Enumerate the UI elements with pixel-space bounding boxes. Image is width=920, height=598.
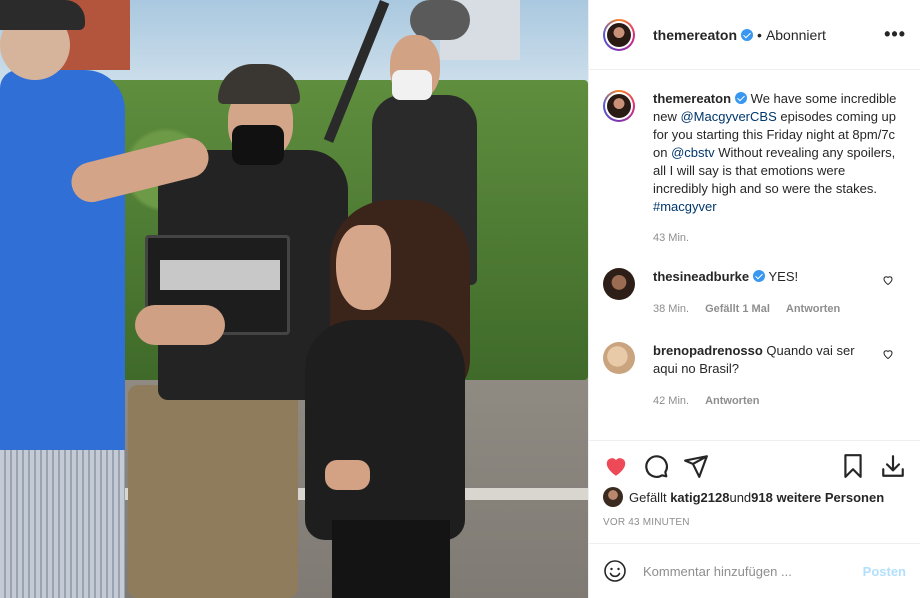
hashtag-link[interactable]: #macgyver xyxy=(653,199,717,214)
comment-input[interactable] xyxy=(643,563,863,579)
avatar-ring xyxy=(605,92,633,120)
photo-crew-legs xyxy=(128,385,298,598)
reply-button[interactable]: Antworten xyxy=(786,300,840,318)
share-icon[interactable] xyxy=(683,453,709,479)
commenter-avatar[interactable] xyxy=(603,342,635,374)
post-actions: Gefällt katig2128 und 918 weitere Person… xyxy=(589,440,920,543)
commenter-username[interactable]: brenopadrenosso xyxy=(653,343,763,358)
photo-microphone xyxy=(410,0,470,40)
more-options-icon[interactable]: ••• xyxy=(884,24,906,45)
photo-face-mask xyxy=(392,70,432,100)
caption-avatar[interactable] xyxy=(603,90,635,122)
post-timestamp[interactable]: VOR 43 MINUTEN xyxy=(603,517,906,528)
caption-text: themereaton We have some incredible new … xyxy=(653,90,898,216)
comment-body: thesineadburke YES! 38 Min. Gefällt 1 Ma… xyxy=(653,268,878,318)
comment-time[interactable]: 42 Min. xyxy=(653,392,689,410)
mention-link[interactable]: @cbstv xyxy=(671,145,715,160)
photo-man-cap xyxy=(0,0,85,30)
post-photo[interactable] xyxy=(0,0,588,598)
photo-man-legs xyxy=(0,440,125,598)
post-dialog: themereaton • Abonniert ••• themereaton … xyxy=(0,0,920,598)
separator-dot: • xyxy=(757,26,762,43)
photo-actress-hand xyxy=(325,460,370,490)
photo-equipment-label xyxy=(160,260,280,290)
comments-list[interactable]: themereaton We have some incredible new … xyxy=(589,70,920,440)
comment-item: brenopadrenosso Quando vai ser aqui no B… xyxy=(603,342,906,410)
comment-meta: 42 Min. Antworten xyxy=(653,392,878,410)
mention-link[interactable]: @MacgyverCBS xyxy=(680,109,776,124)
avatar-image xyxy=(607,22,631,47)
comment-likes[interactable]: Gefällt 1 Mal xyxy=(705,300,770,318)
reply-button[interactable]: Antworten xyxy=(705,392,759,410)
post-header: themereaton • Abonniert ••• xyxy=(589,0,920,70)
photo-hands xyxy=(135,305,225,345)
comment-body: brenopadrenosso Quando vai ser aqui no B… xyxy=(653,342,878,410)
add-comment-bar: Posten xyxy=(589,543,920,598)
download-icon[interactable] xyxy=(880,453,906,479)
likes-middle: und xyxy=(729,489,752,505)
comment-like-icon[interactable] xyxy=(882,348,894,360)
liker-username[interactable]: katig2128 xyxy=(670,490,729,505)
bookmark-icon[interactable] xyxy=(840,453,866,479)
comment-meta: 38 Min. Gefällt 1 Mal Antworten xyxy=(653,300,878,318)
post-caption: themereaton We have some incredible new … xyxy=(603,90,906,216)
comment-item: thesineadburke YES! 38 Min. Gefällt 1 Ma… xyxy=(603,268,906,318)
liker-avatar[interactable] xyxy=(603,487,623,507)
photo-actress-face xyxy=(336,225,391,310)
likes-count[interactable]: 918 weitere Personen xyxy=(751,490,884,505)
verified-icon xyxy=(735,92,748,104)
author-avatar[interactable] xyxy=(603,18,635,51)
avatar-image xyxy=(607,94,631,118)
comment-text: YES! xyxy=(768,269,799,284)
post-sidebar: themereaton • Abonniert ••• themereaton … xyxy=(588,0,920,598)
avatar-ring xyxy=(605,20,633,49)
comment-like-icon[interactable] xyxy=(882,274,894,286)
author-username-text[interactable]: themereaton xyxy=(653,27,737,43)
verified-icon xyxy=(753,270,766,282)
comment-time[interactable]: 38 Min. xyxy=(653,300,689,318)
photo-man-blue-shirt xyxy=(0,70,125,450)
follow-status[interactable]: Abonniert xyxy=(766,27,826,43)
author-username[interactable]: themereaton xyxy=(653,27,754,43)
caption-time[interactable]: 43 Min. xyxy=(653,232,906,244)
photo-actress-pants xyxy=(332,520,450,598)
comment-icon[interactable] xyxy=(643,453,669,479)
caption-username[interactable]: themereaton xyxy=(653,91,731,106)
commenter-avatar[interactable] xyxy=(603,268,635,300)
photo-face-mask xyxy=(232,125,284,165)
action-icons xyxy=(603,451,906,481)
post-comment-button[interactable]: Posten xyxy=(863,564,906,579)
heart-icon[interactable] xyxy=(603,453,629,479)
likes-summary: Gefällt katig2128 und 918 weitere Person… xyxy=(603,487,906,507)
photo-actress-jacket xyxy=(305,320,465,540)
likes-prefix: Gefällt xyxy=(629,489,667,505)
verified-icon xyxy=(741,28,754,41)
emoji-icon[interactable] xyxy=(603,559,627,583)
commenter-username[interactable]: thesineadburke xyxy=(653,269,749,284)
